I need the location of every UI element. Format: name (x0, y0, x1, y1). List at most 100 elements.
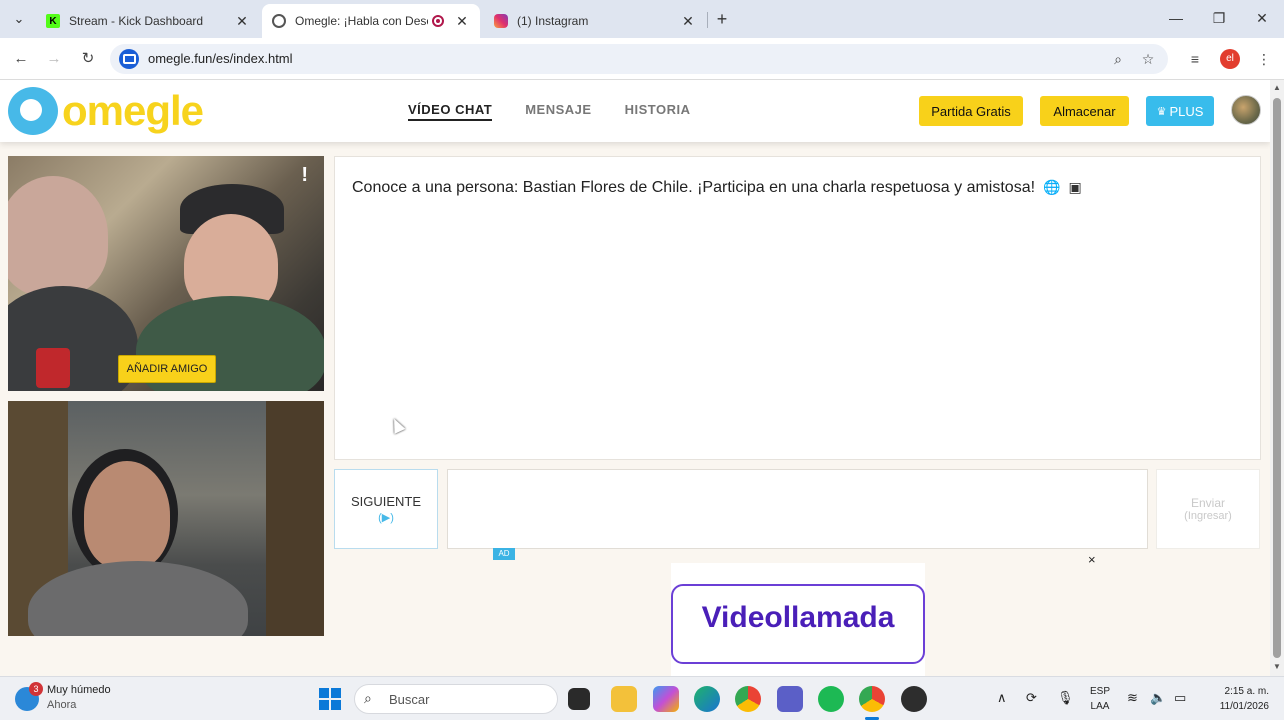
scroll-down-icon[interactable]: ▼ (1272, 662, 1282, 672)
ad-badge: AD (493, 548, 515, 560)
plus-button[interactable]: ♛ PLUS (1146, 96, 1214, 126)
tab-omegle[interactable]: Omegle: ¡Habla con Descon ✕ (262, 4, 480, 38)
taskbar-search[interactable]: ⌕ Buscar (354, 684, 558, 714)
task-view-icon[interactable] (568, 688, 590, 710)
store-button[interactable]: Almacenar (1040, 96, 1129, 126)
instagram-icon (494, 14, 508, 28)
user-avatar[interactable] (1231, 95, 1261, 125)
forward-arrow-icon[interactable]: → (43, 48, 65, 70)
free-match-button[interactable]: Partida Gratis (919, 96, 1023, 126)
browser-toolbar: ← → ↻ omegle.fun/es/index.html ⌕ ☆ ≡ el … (0, 38, 1284, 80)
ad-text: Videollamada (701, 601, 895, 634)
stranger-video: ! AÑADIR AMIGO (8, 156, 324, 391)
background-shelf (266, 401, 324, 636)
tab-kick-dashboard[interactable]: K Stream - Kick Dashboard ✕ (36, 4, 260, 38)
tab-title: (1) Instagram (517, 14, 589, 28)
system-message: Conoce a una persona: Bastian Flores de … (352, 179, 1082, 197)
site-info-icon[interactable] (119, 49, 139, 69)
scroll-thumb[interactable] (1273, 98, 1281, 658)
webpage: omegle VÍDEO CHAT MENSAJE HISTORIA Parti… (0, 80, 1270, 676)
stranger-person-left (8, 176, 108, 296)
add-friend-button[interactable]: AÑADIR AMIGO (118, 355, 216, 383)
windows-start-icon[interactable] (319, 688, 341, 710)
weather-title[interactable]: Muy húmedo (47, 684, 111, 696)
tab-separator (707, 12, 708, 28)
next-button[interactable]: SIGUIENTE (▶) (334, 469, 438, 549)
clock[interactable]: 2:15 a. m. 11/01/2026 (1205, 684, 1269, 714)
wifi-icon[interactable]: ≋ (1127, 690, 1138, 706)
self-face (84, 461, 170, 569)
omegle-logo[interactable]: omegle (8, 87, 204, 135)
language-code: ESP (1090, 686, 1111, 697)
close-tab-icon[interactable]: ✕ (234, 13, 250, 30)
reload-icon[interactable]: ↻ (77, 48, 99, 70)
report-flag-icon[interactable]: ! (301, 164, 308, 187)
scroll-up-icon[interactable]: ▲ (1272, 83, 1282, 93)
next-label: SIGUIENTE (350, 494, 422, 509)
tray-chevron-icon[interactable]: ∧ (997, 690, 1007, 706)
tab-title: Omegle: ¡Habla con Descon (295, 14, 428, 28)
plus-label: PLUS (1169, 103, 1204, 119)
logo-text: omegle (62, 87, 204, 134)
chrome-icon[interactable] (735, 686, 761, 712)
spotify-icon[interactable] (818, 686, 844, 712)
back-arrow-icon[interactable]: ← (10, 48, 32, 70)
teams-icon[interactable] (777, 686, 803, 712)
volume-icon[interactable]: 🔈 (1150, 690, 1166, 706)
restore-icon[interactable]: ❐ (1209, 8, 1229, 28)
profile-avatar[interactable]: el (1220, 49, 1240, 69)
minimize-icon[interactable]: — (1166, 8, 1186, 28)
clock-time: 2:15 a. m. (1224, 686, 1269, 697)
tab-search-chevron-icon[interactable]: ⌄ (8, 8, 30, 30)
next-shortcut: (▶) (378, 512, 394, 524)
main-nav: VÍDEO CHAT MENSAJE HISTORIA (408, 102, 690, 121)
ad-close-icon[interactable]: × (1088, 552, 1096, 567)
menu-kebab-icon[interactable]: ⋮ (1253, 48, 1275, 70)
ad-banner[interactable]: Videollamada (671, 563, 925, 676)
nav-history[interactable]: HISTORIA (625, 102, 691, 121)
nav-message[interactable]: MENSAJE (525, 102, 591, 121)
clock-date: 11/01/2026 (1219, 701, 1269, 712)
chrome-profile-icon[interactable] (859, 686, 885, 712)
sync-icon[interactable]: ⟳ (1026, 690, 1037, 706)
microphone-icon[interactable]: 🎙 (1057, 690, 1074, 706)
copilot-icon[interactable] (653, 686, 679, 712)
close-window-icon[interactable]: ✕ (1252, 8, 1272, 28)
globe-icon (272, 14, 286, 28)
keyboard-layout: LAA (1090, 701, 1110, 712)
url-text[interactable]: omegle.fun/es/index.html (148, 51, 293, 66)
tab-instagram[interactable]: (1) Instagram ✕ (484, 4, 706, 38)
message-input[interactable] (447, 469, 1148, 549)
input-language[interactable]: ESP LAA (1090, 684, 1110, 714)
file-explorer-icon[interactable] (611, 686, 637, 712)
mask-emoji-icon: ▣ (1068, 179, 1082, 195)
send-label: Enviar (1190, 496, 1225, 510)
new-tab-plus-icon[interactable]: + (712, 8, 732, 30)
weather-badge: 3 (29, 682, 43, 696)
search-placeholder: Buscar (389, 692, 430, 707)
taskbar: 3 Muy húmedo Ahora ⌕ Buscar ∧ ⟳ 🎙 ESP LA… (0, 676, 1284, 720)
system-message-text: Conoce a una persona: Bastian Flores de … (352, 179, 1036, 196)
red-logo-shirt (36, 348, 70, 388)
battery-icon[interactable]: ▭ (1174, 690, 1186, 706)
send-shortcut: (Ingresar) (1184, 510, 1232, 522)
chat-log: Conoce a una persona: Bastian Flores de … (334, 156, 1261, 460)
globe-emoji-icon: 🌐 (1043, 179, 1061, 195)
logo-chat-bubble-icon (8, 87, 58, 135)
obs-icon[interactable] (901, 686, 927, 712)
close-tab-icon[interactable]: ✕ (454, 13, 470, 30)
bookmark-star-icon[interactable]: ☆ (1138, 49, 1158, 69)
media-controls-icon[interactable]: ≡ (1184, 48, 1206, 70)
page-scrollbar[interactable]: ▲ ▼ (1270, 80, 1284, 676)
site-header: omegle VÍDEO CHAT MENSAJE HISTORIA Parti… (0, 80, 1270, 142)
close-tab-icon[interactable]: ✕ (680, 13, 696, 30)
edge-icon[interactable] (694, 686, 720, 712)
weather-subtitle: Ahora (47, 699, 77, 711)
zoom-magnifier-icon[interactable]: ⌕ (1108, 49, 1128, 69)
nav-video-chat[interactable]: VÍDEO CHAT (408, 102, 493, 121)
address-bar[interactable]: omegle.fun/es/index.html ⌕ ☆ (110, 44, 1168, 74)
kick-icon: K (46, 14, 60, 28)
crown-icon: ♛ (1156, 105, 1167, 118)
self-video (8, 401, 324, 636)
send-button[interactable]: Enviar (Ingresar) (1156, 469, 1260, 549)
